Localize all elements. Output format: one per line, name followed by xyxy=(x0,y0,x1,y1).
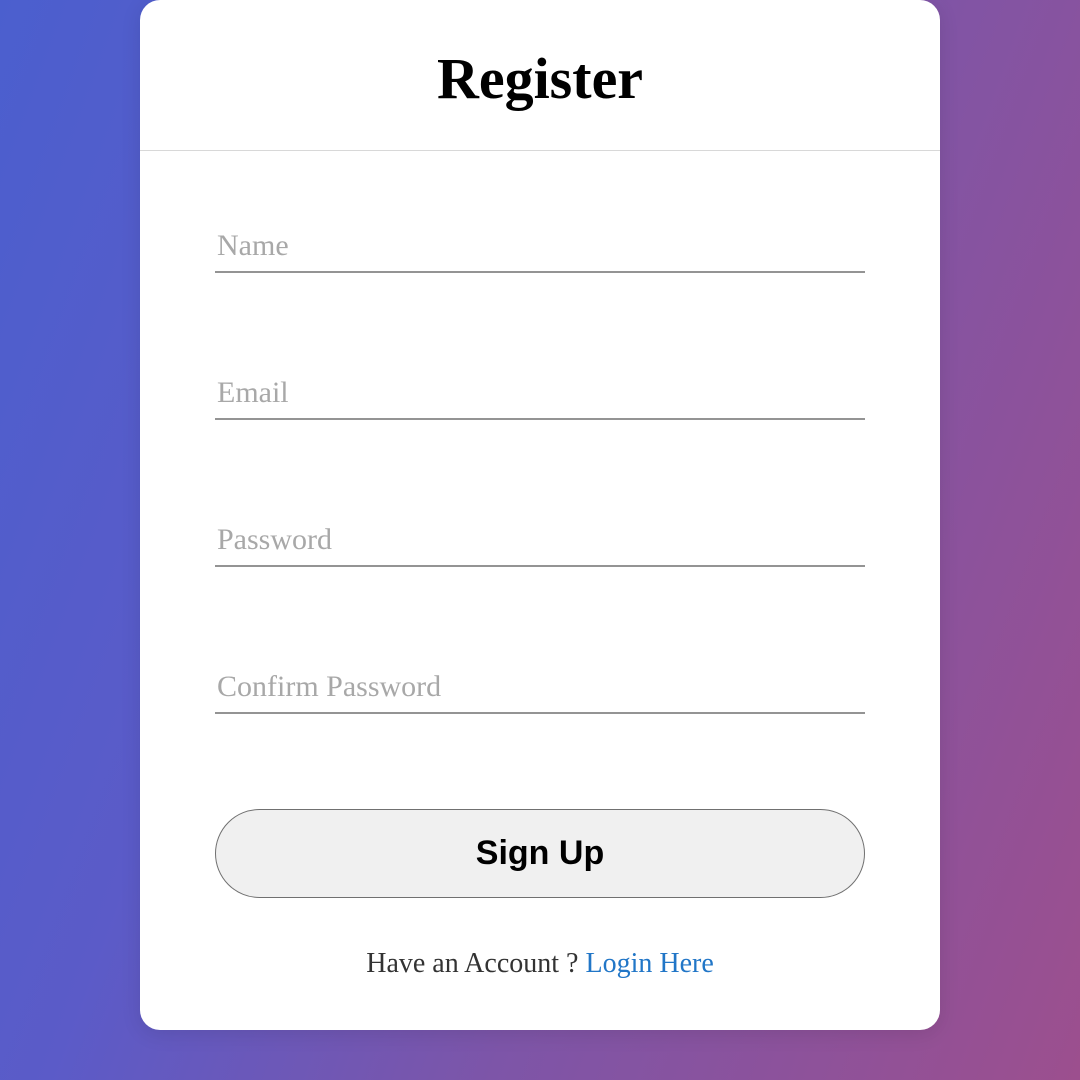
signup-button[interactable]: Sign Up xyxy=(215,809,865,898)
form-group-confirm-password xyxy=(215,662,865,714)
form-group-name xyxy=(215,221,865,273)
login-link[interactable]: Login Here xyxy=(585,948,713,979)
form-group-password xyxy=(215,515,865,567)
form-group-email xyxy=(215,368,865,420)
password-field[interactable] xyxy=(215,515,865,567)
footer-prompt: Have an Account ? xyxy=(366,948,585,979)
page-title: Register xyxy=(140,45,940,112)
name-field[interactable] xyxy=(215,221,865,273)
footer-text: Have an Account ? Login Here xyxy=(215,948,865,980)
card-header: Register xyxy=(140,0,940,151)
card-body: Sign Up Have an Account ? Login Here xyxy=(140,151,940,980)
register-card: Register Sign Up Have an Account ? Login… xyxy=(140,0,940,1030)
confirm-password-field[interactable] xyxy=(215,662,865,714)
email-field[interactable] xyxy=(215,368,865,420)
